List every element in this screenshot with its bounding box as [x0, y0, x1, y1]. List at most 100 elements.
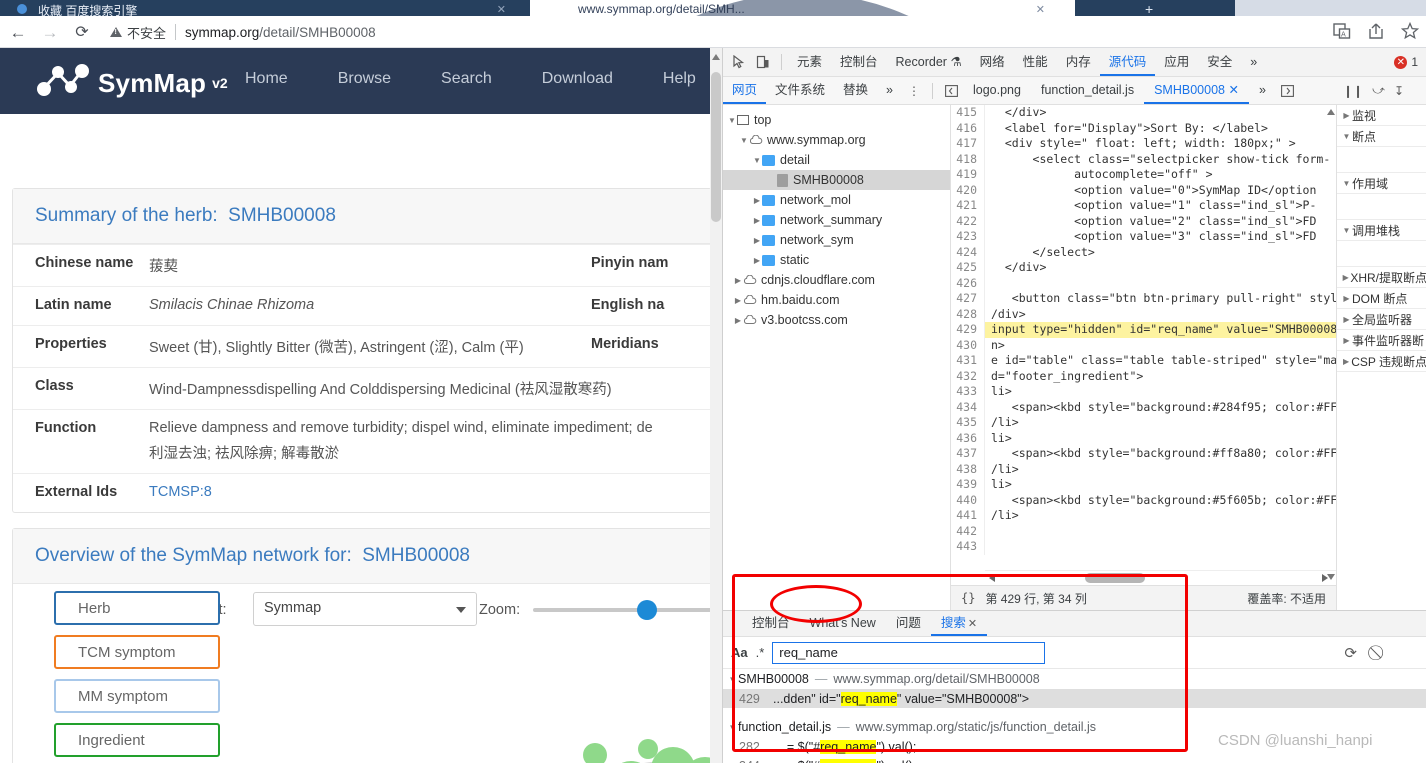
site-security-chip[interactable]: 不安全 symmap.org/detail/SMHB00008 — [110, 22, 376, 42]
legend-button-tcm-symptom[interactable]: TCM symptom — [54, 635, 220, 669]
reload-button[interactable]: ⟳ — [72, 23, 92, 43]
browser-tab-1[interactable]: 收藏 百度搜索引擎 ✕ — [0, 0, 530, 18]
editor-horizontal-scrollbar[interactable] — [985, 570, 1336, 584]
debugger-section-watch[interactable]: ▶ 监视 — [1337, 105, 1426, 126]
tree-item-cdnjs-cloudflare-com[interactable]: ▶ cdnjs.cloudflare.com — [723, 270, 950, 290]
external-id-link[interactable]: TCMSP:8 — [149, 484, 212, 500]
tree-item-hm-baidu-com[interactable]: ▶ hm.baidu.com — [723, 290, 950, 310]
tree-item-network-mol[interactable]: ▶ network_mol — [723, 190, 950, 210]
tree-twisty-icon[interactable]: ▼ — [727, 116, 737, 125]
sources-tab-filesystem[interactable]: 文件系统 — [766, 77, 834, 104]
pretty-print-icon[interactable]: {} — [961, 591, 975, 605]
refresh-icon[interactable]: ⟳ — [1344, 644, 1357, 662]
tree-item-v3-bootcss-com[interactable]: ▶ v3.bootcss.com — [723, 310, 950, 330]
tree-twisty-icon[interactable]: ▼ — [739, 136, 749, 145]
devtools-tab-sources[interactable]: 源代码 — [1099, 48, 1156, 76]
drawer-tab-search[interactable]: 搜索 ✕ — [930, 611, 988, 636]
sources-navigator-tree[interactable]: ▼ top ▼ www.symmap.org ▼ detail SMHB0000… — [723, 105, 951, 610]
editor-hscroll-thumb[interactable] — [1085, 573, 1145, 583]
drawer-tab-console[interactable]: 控制台 — [742, 611, 800, 636]
legend-button-ingredient[interactable]: Ingredient — [54, 723, 220, 757]
tree-item-www-symmap-org[interactable]: ▼ www.symmap.org — [723, 130, 950, 150]
translate-icon[interactable]: A — [1332, 21, 1352, 41]
devtools-tab-security[interactable]: 安全 — [1198, 48, 1241, 76]
scroll-up-arrow-icon[interactable] — [1327, 109, 1335, 115]
debugger-section-scope[interactable]: ▼ 作用域 — [1337, 173, 1426, 194]
sources-tab-page[interactable]: 网页 — [723, 77, 767, 104]
devtools-tab-application[interactable]: 应用 — [1155, 48, 1198, 76]
network-graph-canvas[interactable] — [243, 589, 713, 763]
tree-twisty-icon[interactable]: ▼ — [727, 675, 738, 684]
devtools-tab-elements[interactable]: 元素 — [788, 48, 831, 76]
debugger-section-dom-breakpoints[interactable]: ▶ DOM 断点 — [1337, 288, 1426, 309]
tree-twisty-icon[interactable]: ▶ — [1341, 315, 1352, 324]
legend-button-herb[interactable]: Herb — [54, 591, 220, 625]
browser-tab-2[interactable]: www.symmap.org/detail/SMH... ✕ — [530, 0, 1075, 516]
tree-twisty-icon[interactable]: ▶ — [733, 296, 743, 305]
browser-tab-1-close[interactable]: ✕ — [497, 3, 506, 16]
site-brand[interactable]: SymMap v2 — [34, 62, 228, 98]
tree-twisty-icon[interactable]: ▶ — [1341, 357, 1351, 366]
debugger-section-xhr-breakpoints[interactable]: ▶ XHR/提取断点 — [1337, 267, 1426, 288]
share-icon[interactable] — [1366, 21, 1386, 41]
tree-item-static[interactable]: ▶ static — [723, 250, 950, 270]
result-match-row[interactable]: 344 ... = $("#req_name").val(); — [723, 756, 1426, 763]
nav-link-download[interactable]: Download — [542, 70, 613, 88]
sources-tabs-overflow[interactable]: » — [877, 77, 902, 104]
devtools-tab-network[interactable]: 网络 — [971, 48, 1014, 76]
debugger-section-breakpoints[interactable]: ▼ 断点 — [1337, 126, 1426, 147]
tree-twisty-icon[interactable]: ▶ — [733, 276, 743, 285]
tree-twisty-icon[interactable]: ▶ — [1341, 273, 1350, 282]
tree-twisty-icon[interactable]: ▼ — [1341, 179, 1352, 188]
file-tab-smhb00008[interactable]: SMHB00008 ✕ — [1144, 77, 1249, 104]
tree-twisty-icon[interactable]: ▶ — [752, 216, 762, 225]
tree-item-network-summary[interactable]: ▶ network_summary — [723, 210, 950, 230]
search-input[interactable] — [772, 641, 1046, 664]
browser-new-tab-button[interactable]: + — [1075, 0, 1235, 17]
close-icon[interactable]: ✕ — [968, 618, 977, 630]
show-navigator-icon[interactable] — [939, 80, 963, 102]
tree-twisty-icon[interactable]: ▶ — [752, 196, 762, 205]
debugger-section-call-stack[interactable]: ▼ 调用堆栈 — [1337, 220, 1426, 241]
step-into-icon[interactable]: ↧ — [1394, 84, 1404, 98]
nav-link-browse[interactable]: Browse — [338, 70, 391, 88]
sources-tab-overrides[interactable]: 替换 — [834, 77, 877, 104]
legend-button-mm-symptom[interactable]: MM symptom — [54, 679, 220, 713]
page-scrollbar-thumb[interactable] — [711, 72, 721, 222]
devtools-tab-console[interactable]: 控制台 — [831, 48, 887, 76]
file-tabs-overflow[interactable]: » — [1249, 77, 1276, 104]
page-scrollbar[interactable] — [710, 48, 722, 763]
sources-more-options-icon[interactable]: ⋮ — [902, 80, 926, 102]
step-over-icon[interactable]: ⤻ — [1372, 83, 1385, 98]
show-debugger-icon[interactable] — [1276, 80, 1300, 102]
source-code-editor[interactable]: 415 </div> 416 <label for="Display">Sort… — [951, 105, 1336, 610]
code-lines-container[interactable]: 415 </div> 416 <label for="Display">Sort… — [951, 105, 1336, 584]
drawer-more-options-icon[interactable]: ⋮ — [726, 617, 742, 631]
tree-twisty-icon[interactable]: ▶ — [752, 256, 762, 265]
devtools-tab-memory[interactable]: 内存 — [1057, 48, 1100, 76]
debugger-section-global-listeners[interactable]: ▶ 全局监听器 — [1337, 309, 1426, 330]
tree-item-top[interactable]: ▼ top — [723, 110, 950, 130]
tree-twisty-icon[interactable]: ▶ — [1341, 294, 1352, 303]
nav-link-help[interactable]: Help — [663, 70, 696, 88]
editor-vertical-scrollbar[interactable] — [1326, 105, 1335, 584]
tree-item-detail[interactable]: ▼ detail — [723, 150, 950, 170]
drawer-tab-issues[interactable]: 问题 — [886, 611, 931, 636]
nav-link-home[interactable]: Home — [245, 70, 288, 88]
devtools-tabs-overflow[interactable]: » — [1241, 48, 1266, 76]
tree-twisty-icon[interactable]: ▼ — [1341, 226, 1352, 235]
scroll-up-arrow-icon[interactable] — [712, 54, 720, 60]
scroll-left-arrow-icon[interactable] — [989, 574, 995, 582]
forward-button[interactable]: → — [40, 23, 60, 43]
nav-link-search[interactable]: Search — [441, 70, 492, 88]
regex-icon[interactable]: .* — [756, 645, 765, 660]
tree-twisty-icon[interactable]: ▼ — [1341, 132, 1352, 141]
tree-item-smhb00008[interactable]: SMHB00008 — [723, 170, 950, 190]
back-button[interactable]: ← — [8, 23, 28, 43]
bookmark-star-icon[interactable] — [1400, 21, 1420, 41]
tree-item-network-sym[interactable]: ▶ network_sym — [723, 230, 950, 250]
devtools-error-counter[interactable]: ✕ 1 — [1394, 55, 1422, 69]
debugger-section-csp-violation-breakpoints[interactable]: ▶ CSP 违规断点 — [1337, 351, 1426, 372]
tree-twisty-icon[interactable]: ▶ — [1341, 111, 1352, 120]
tree-twisty-icon[interactable]: ▶ — [1341, 336, 1352, 345]
